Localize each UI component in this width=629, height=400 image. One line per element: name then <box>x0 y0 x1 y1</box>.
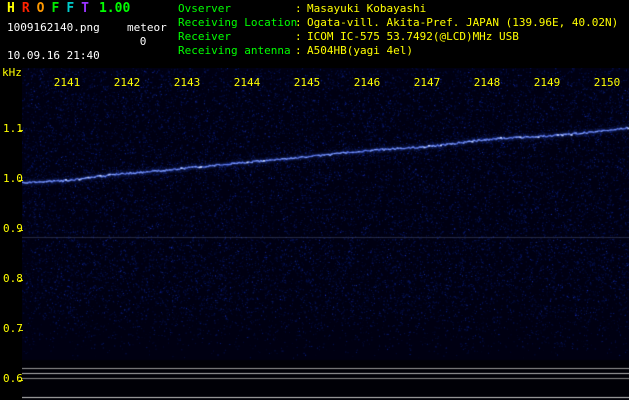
y-tick-mark <box>19 380 23 381</box>
time-tick-label: 2145 <box>293 76 321 89</box>
info-label: Receiver <box>178 30 231 43</box>
info-label: Receiving antenna <box>178 44 291 57</box>
spectrogram-canvas <box>22 68 629 400</box>
info-separator: : <box>295 30 302 43</box>
logo-letter-h: H <box>7 1 15 16</box>
output-filename: 1009162140.png <box>7 21 100 34</box>
app-logo: HROFFT 1.00 <box>7 2 130 15</box>
mode-label: meteor <box>127 21 167 34</box>
time-tick-label: 2149 <box>533 76 561 89</box>
info-separator: : <box>295 16 302 29</box>
time-tick-label: 2147 <box>413 76 441 89</box>
logo-letter-r: R <box>21 1 30 16</box>
y-tick-mark <box>19 280 23 281</box>
logo-letter-t: T <box>81 1 89 16</box>
time-tick-label: 2144 <box>233 76 261 89</box>
info-value: Masayuki Kobayashi <box>307 2 427 15</box>
time-tick-label: 2143 <box>173 76 201 89</box>
logo-letter-f: F <box>66 1 75 16</box>
freq-tick-label: 0.6 <box>3 372 23 385</box>
y-tick-mark <box>19 230 23 231</box>
info-value: Ogata-vill. Akita-Pref. JAPAN (139.96E, … <box>307 16 619 29</box>
freq-tick-label: 0.7 <box>3 322 23 335</box>
meteor-count: 0 <box>139 35 147 48</box>
info-row-location: Receiving Location: Ogata-vill. Akita-Pre… <box>178 16 628 30</box>
hrofft-screen: HROFFT 1.00 1009162140.png meteor 0 10.0… <box>0 0 629 400</box>
info-row-observer: Ovserver: Masayuki Kobayashi <box>178 2 628 16</box>
info-label: Ovserver <box>178 2 231 15</box>
y-tick-mark <box>19 330 23 331</box>
info-separator: : <box>295 2 302 15</box>
y-axis-unit-label: kHz <box>2 66 22 79</box>
info-value: ICOM IC-575 53.7492(@LCD)MHz USB <box>307 30 519 43</box>
app-version: 1.00 <box>98 1 131 16</box>
info-value: A504HB(yagi 4el) <box>307 44 413 57</box>
freq-tick-label: 1.0 <box>3 172 23 185</box>
logo-letter-o: O <box>36 1 45 16</box>
y-tick-mark <box>19 180 23 181</box>
info-label: Receiving Location <box>178 16 298 29</box>
info-separator: : <box>295 44 302 57</box>
time-tick-label: 2142 <box>113 76 141 89</box>
datetime-label: 10.09.16 21:40 <box>7 49 100 62</box>
time-tick-label: 2141 <box>53 76 81 89</box>
y-tick-mark <box>19 130 23 131</box>
observer-info-block: Ovserver: Masayuki Kobayashi Receiving Lo… <box>178 2 628 58</box>
freq-tick-label: 0.8 <box>3 272 23 285</box>
freq-tick-label: 0.9 <box>3 222 23 235</box>
logo-letter-f: F <box>51 1 60 16</box>
info-row-receiver: Receiver: ICOM IC-575 53.7492(@LCD)MHz US… <box>178 30 628 44</box>
freq-tick-label: 1.1 <box>3 122 23 135</box>
app-logo-letters: HROFFT <box>7 2 96 15</box>
info-row-antenna: Receiving antenna: A504HB(yagi 4el) <box>178 44 628 58</box>
time-tick-label: 2146 <box>353 76 381 89</box>
time-tick-label: 2148 <box>473 76 501 89</box>
time-tick-label: 2150 <box>593 76 621 89</box>
